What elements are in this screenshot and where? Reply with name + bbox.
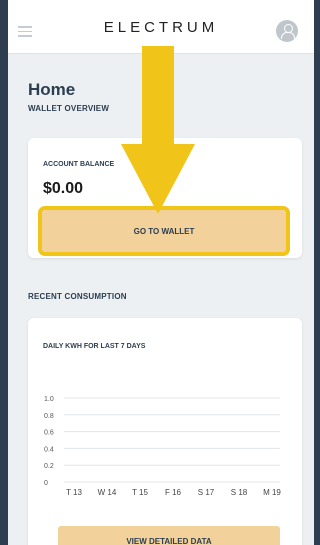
balance-amount: $0.00: [43, 180, 84, 197]
y-tick-label: 0.2: [44, 463, 54, 470]
page-title: Home: [28, 80, 76, 99]
user-avatar-icon[interactable]: [276, 20, 298, 42]
x-tick-label: S 17: [198, 488, 215, 497]
x-tick-label: T 13: [66, 488, 82, 497]
x-tick-label: F 16: [165, 488, 182, 497]
y-tick-label: 0: [44, 480, 48, 487]
y-tick-label: 1.0: [44, 396, 54, 403]
y-tick-label: 0.6: [44, 430, 54, 437]
x-tick-label: T 15: [132, 488, 148, 497]
view-detailed-data-button[interactable]: VIEW DETAILED DATA: [58, 526, 280, 545]
y-tick-label: 0.8: [44, 413, 54, 420]
consumption-chart: 1.0 0.8 0.6 0.4 0.2 0 T 13 W 14 T 15 F 16 S 17 S 18…: [44, 396, 281, 497]
x-tick-label: W 14: [98, 488, 117, 497]
x-tick-label: M 19: [263, 488, 281, 497]
arrow-down-icon: [121, 46, 195, 214]
x-tick-label: S 18: [231, 488, 248, 497]
consumption-card: DAILY KWH FOR LAST 7 DAYS 1.0 0.8 0.6 0.4 0.…: [28, 318, 302, 545]
recent-consumption-label: RECENT CONSUMPTION: [28, 292, 127, 301]
wallet-overview-label: WALLET OVERVIEW: [28, 104, 110, 113]
app-logo: ELECTRUM: [103, 19, 219, 36]
app-screen: ELECTRUM Home WALLET OVERVIEW ACCOUNT BA…: [8, 0, 314, 545]
y-tick-label: 0.4: [44, 446, 54, 453]
